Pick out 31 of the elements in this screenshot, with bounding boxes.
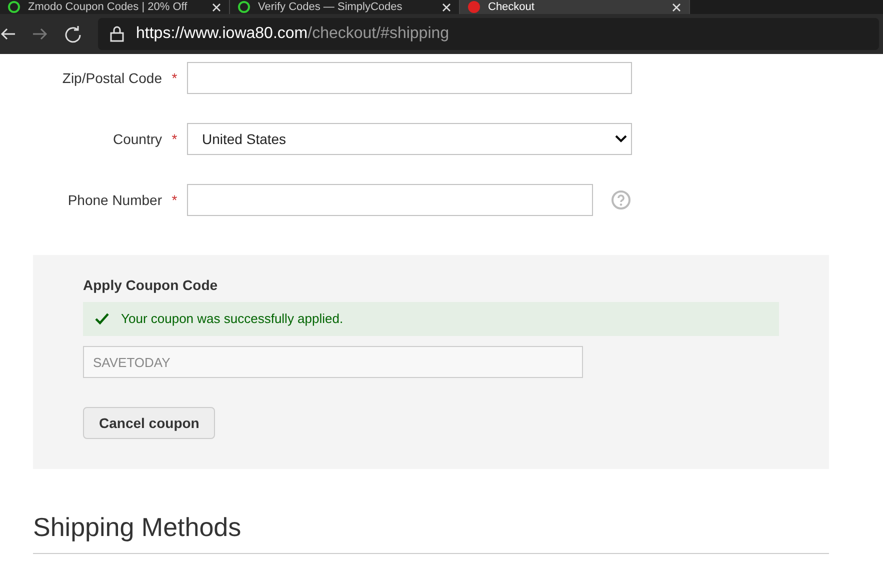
required-mark: * xyxy=(170,130,178,148)
browser-tab[interactable]: Verify Codes — SimplyCodes xyxy=(230,0,460,14)
close-icon[interactable] xyxy=(442,2,451,12)
input-field[interactable] xyxy=(187,62,632,94)
tab-title: Verify Codes — SimplyCodes xyxy=(258,1,404,13)
chevron-icon xyxy=(615,135,627,143)
url-text: https://www.iowa80.com/checkout/#shipping xyxy=(136,24,450,44)
tab-title: Zmodo Coupon Codes | 20% Off xyxy=(28,1,188,13)
close-icon[interactable] xyxy=(672,2,681,12)
section-heading: Shipping Methods xyxy=(33,511,242,543)
country-select[interactable]: United States xyxy=(187,123,632,155)
browser-tab[interactable]: Zmodo Coupon Codes | 20% Off xyxy=(0,0,230,14)
close-icon[interactable] xyxy=(212,2,221,12)
success-message: Your coupon was successfully applied. xyxy=(83,302,779,336)
required-mark: * xyxy=(170,190,178,210)
lock-icon xyxy=(110,26,124,42)
cancel-coupon-button[interactable]: Cancel coupon xyxy=(83,407,216,439)
back-icon[interactable] xyxy=(0,27,16,41)
check-icon xyxy=(95,313,109,325)
site-icon xyxy=(468,1,480,13)
input-field[interactable] xyxy=(187,184,593,216)
reload-icon[interactable] xyxy=(64,25,82,43)
tab-title: Checkout xyxy=(488,1,536,13)
field-label: Phone Number xyxy=(66,190,162,210)
address-bar[interactable]: https://www.iowa80.com/checkout/#shipping xyxy=(98,18,879,50)
field-label: Country xyxy=(112,130,162,149)
required-mark: * xyxy=(170,68,178,88)
forward-icon[interactable] xyxy=(32,27,48,41)
coupon-title: Apply Coupon Code xyxy=(83,276,219,294)
browser-tab[interactable]: Checkout xyxy=(460,0,690,14)
field-label: Zip/Postal Code xyxy=(61,68,162,88)
